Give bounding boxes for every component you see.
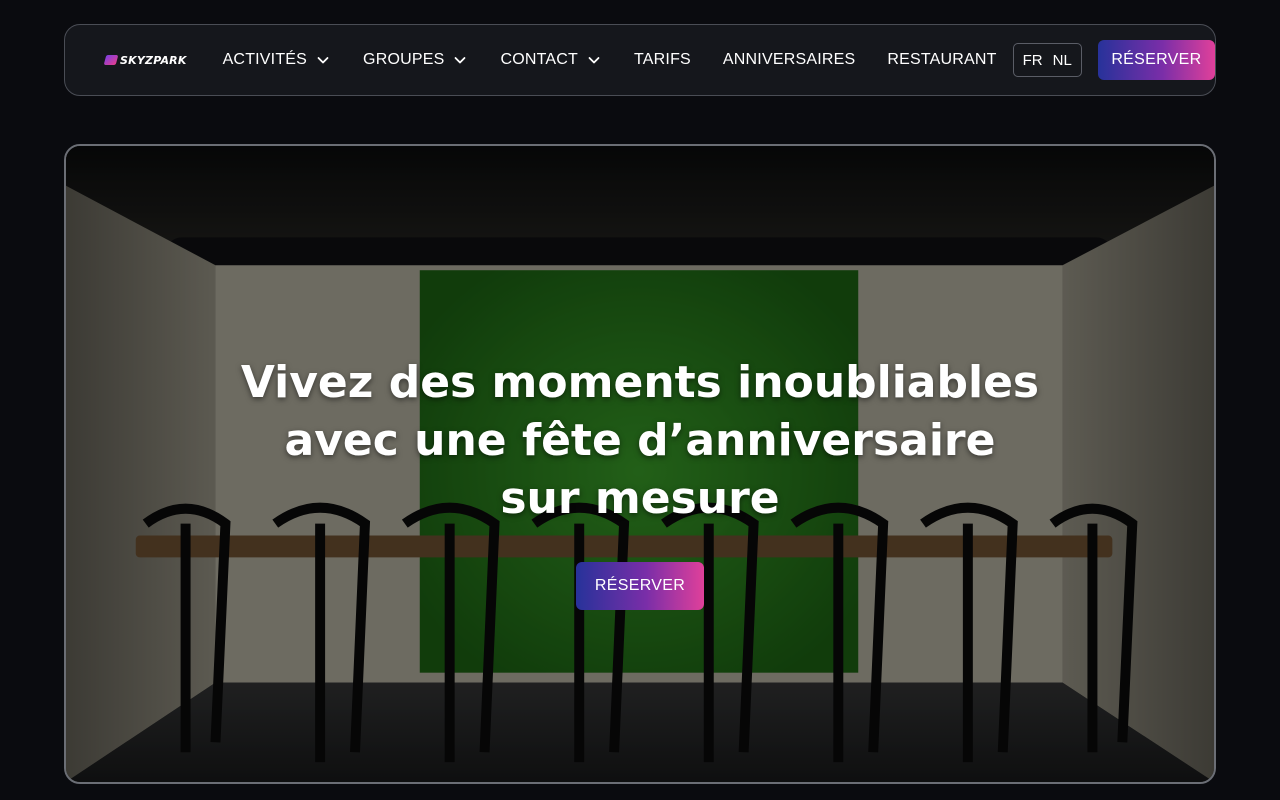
top-navbar: SKYZPARK ACTIVITÉS GROUPES CONTACT TARIF… xyxy=(64,24,1216,96)
hero-content: Vivez des moments inoubliables avec une … xyxy=(66,354,1214,610)
hero-banner: Vivez des moments inoubliables avec une … xyxy=(64,144,1216,784)
nav-item-label: CONTACT xyxy=(500,51,579,68)
nav-item-restaurant[interactable]: RESTAURANT xyxy=(887,51,996,69)
logo-text: SKYZPARK xyxy=(120,53,187,67)
logo-mark-icon xyxy=(103,55,119,65)
chevron-down-icon xyxy=(586,52,602,68)
lang-nl[interactable]: NL xyxy=(1048,52,1077,69)
nav-item-label: RESTAURANT xyxy=(887,51,997,68)
chevron-down-icon xyxy=(315,52,331,68)
nav-reserve-button[interactable]: RÉSERVER xyxy=(1097,40,1215,80)
nav-item-anniversaires[interactable]: ANNIVERSAIRES xyxy=(723,51,855,69)
main-nav: ACTIVITÉS GROUPES CONTACT TARIFS ANNIVER… xyxy=(223,25,997,95)
nav-item-label: ACTIVITÉS xyxy=(222,51,308,68)
nav-item-contact[interactable]: CONTACT xyxy=(500,51,602,69)
nav-item-groupes[interactable]: GROUPES xyxy=(363,51,468,69)
nav-item-activites[interactable]: ACTIVITÉS xyxy=(223,51,331,69)
language-switcher: FR NL xyxy=(1012,43,1082,77)
nav-item-label: GROUPES xyxy=(363,51,445,68)
nav-item-label: TARIFS xyxy=(634,51,691,68)
nav-item-label: ANNIVERSAIRES xyxy=(722,51,856,68)
nav-item-tarifs[interactable]: TARIFS xyxy=(634,51,691,69)
hero-title: Vivez des moments inoubliables avec une … xyxy=(240,357,1040,524)
skyzpark-logo[interactable]: SKYZPARK xyxy=(103,50,187,70)
hero-reserve-button[interactable]: RÉSERVER xyxy=(576,562,704,610)
lang-fr[interactable]: FR xyxy=(1018,52,1048,69)
chevron-down-icon xyxy=(452,52,468,68)
